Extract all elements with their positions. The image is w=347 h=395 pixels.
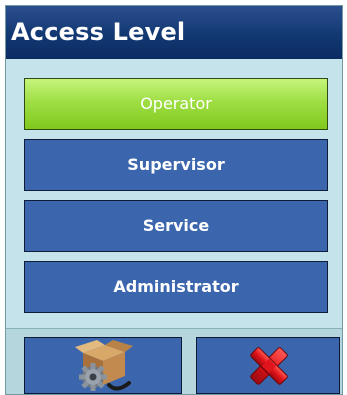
setup-button[interactable] [24, 337, 182, 394]
option-operator[interactable]: Operator [24, 78, 328, 130]
cancel-x-icon [250, 347, 288, 385]
access-level-dialog: Access Level Operator Supervisor Service… [5, 5, 343, 395]
option-supervisor[interactable]: Supervisor [24, 139, 328, 191]
option-service[interactable]: Service [24, 200, 328, 252]
setup-box-gear-icon [75, 340, 133, 391]
dialog-title: Access Level [6, 6, 342, 59]
cancel-button[interactable] [196, 337, 340, 394]
footer-bar [6, 328, 342, 394]
option-administrator[interactable]: Administrator [24, 261, 328, 313]
